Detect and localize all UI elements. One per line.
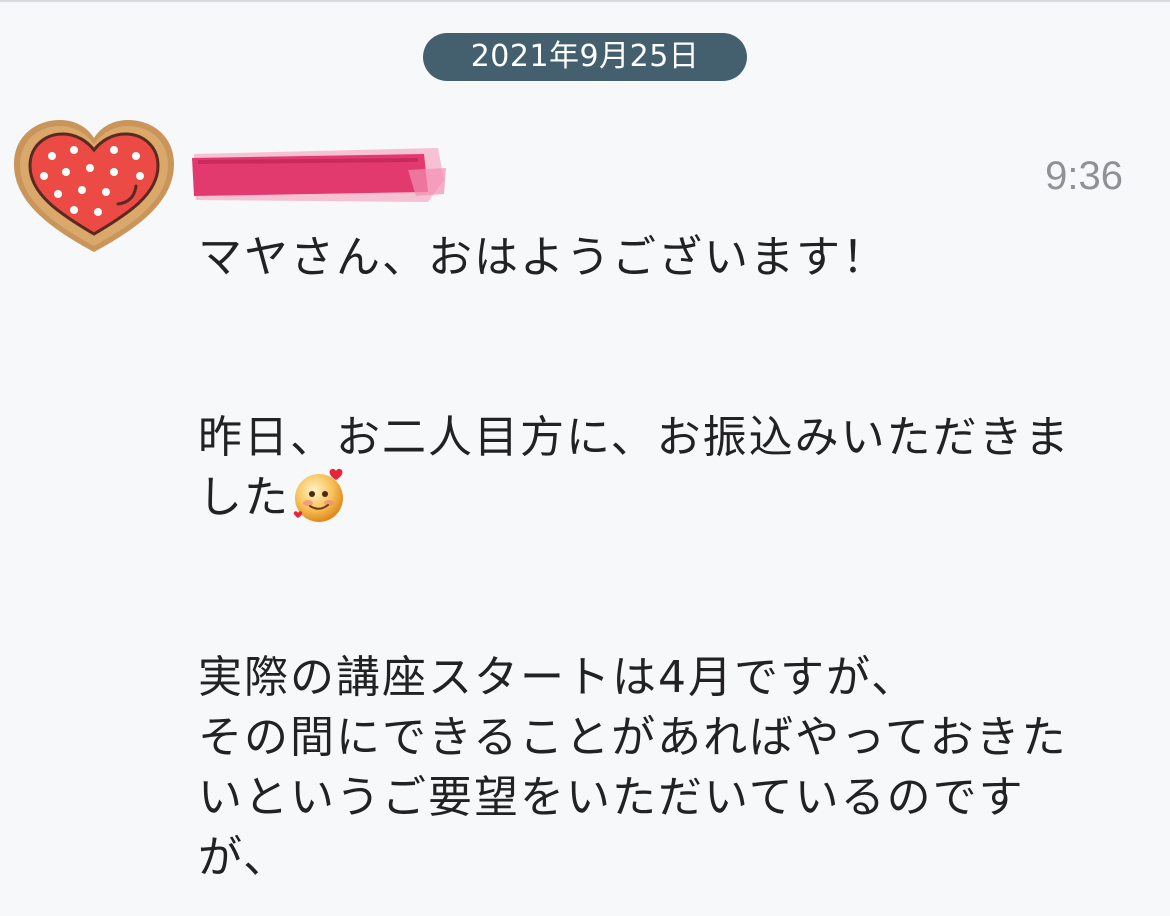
message-line: いというご要望をいただいているのです — [198, 772, 1025, 823]
message-line-with-emoji: した — [198, 468, 1118, 528]
date-separator: 2021年9月25日 — [423, 33, 747, 81]
message-text[interactable]: マヤさん、おはようございます！ 昨日、お二人目方に、お振込みいただきま した 実… — [198, 228, 1118, 888]
message-line: した — [198, 472, 290, 523]
message-line: 実際の講座スタートは4月ですが、 — [198, 652, 918, 703]
message-line: その間にできることがあればやっておきた — [198, 712, 1068, 763]
sender-avatar[interactable] — [10, 116, 178, 256]
message-line: が、 — [198, 832, 290, 883]
top-divider — [0, 0, 1170, 2]
message-line: マヤさん、おはようございます！ — [198, 232, 888, 283]
message-time: 9:36 — [1045, 154, 1123, 198]
sender-name-redacted — [192, 148, 446, 202]
smiling-face-with-hearts-icon — [293, 468, 343, 522]
message-line: 昨日、お二人目方に、お振込みいただきま — [198, 412, 1071, 463]
